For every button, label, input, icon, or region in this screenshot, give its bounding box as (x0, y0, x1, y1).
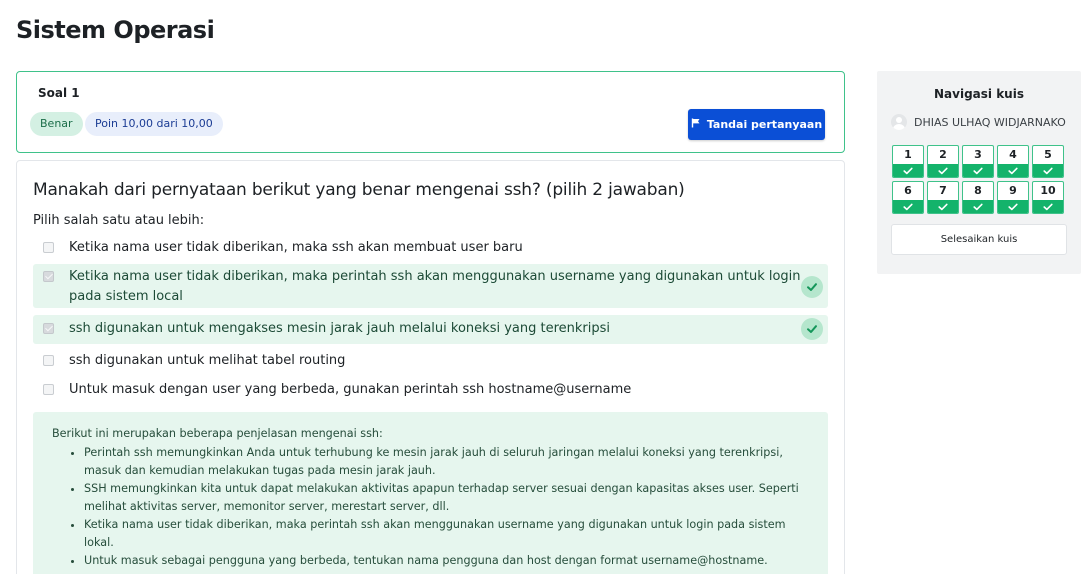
option-checkbox[interactable] (43, 271, 54, 282)
answered-check-icon (963, 200, 993, 213)
question-nav-grid: 1 2 3 4 5 6 7 8 9 10 (892, 145, 1064, 214)
answered-check-icon (998, 164, 1028, 177)
question-nav-button-2[interactable]: 2 (927, 145, 959, 178)
question-nav-button-9[interactable]: 9 (997, 181, 1029, 214)
quiz-navigation-panel: Navigasi kuis DHIAS ULHAQ WIDJARNAKO 1 2 3… (877, 71, 1081, 274)
question-nav-number: 6 (904, 184, 912, 197)
answered-check-icon (893, 200, 923, 213)
correct-check-icon (801, 318, 823, 340)
status-badge: Benar (30, 112, 83, 136)
answer-prompt: Pilih salah satu atau lebih: (33, 213, 205, 228)
question-nav-number: 1 (904, 148, 912, 161)
answered-check-icon (1033, 164, 1063, 177)
feedback-item: Perintah ssh memungkinkan Anda untuk ter… (84, 444, 809, 480)
question-nav-button-7[interactable]: 7 (927, 181, 959, 214)
answer-option[interactable]: Untuk masuk dengan user yang berbeda, gu… (33, 380, 828, 400)
question-nav-button-1[interactable]: 1 (892, 145, 924, 178)
answered-check-icon (1033, 200, 1063, 213)
feedback-item: Ketika nama user tidak diberikan, maka p… (84, 516, 809, 552)
answered-check-icon (928, 200, 958, 213)
option-label: ssh digunakan untuk mengakses mesin jara… (69, 321, 611, 336)
option-label: ssh digunakan untuk melihat tabel routin… (69, 353, 346, 368)
avatar (891, 114, 907, 130)
general-feedback: Berikut ini merupakan beberapa penjelasa… (33, 412, 828, 574)
flag-icon (691, 118, 701, 131)
option-checkbox[interactable] (43, 323, 54, 334)
option-label: Ketika nama user tidak diberikan, maka p… (69, 269, 801, 304)
question-nav-button-5[interactable]: 5 (1032, 145, 1064, 178)
question-nav-button-6[interactable]: 6 (892, 181, 924, 214)
question-nav-number: 3 (974, 148, 982, 161)
question-info-card: Soal 1 Benar Poin 10,00 dari 10,00 Tanda… (16, 71, 845, 153)
feedback-intro: Berikut ini merupakan beberapa penjelasa… (52, 427, 383, 440)
correct-check-icon (801, 276, 823, 298)
question-nav-number: 5 (1044, 148, 1052, 161)
feedback-list: Perintah ssh memungkinkan Anda untuk ter… (52, 444, 809, 570)
question-nav-number: 10 (1040, 184, 1056, 197)
feedback-item: Untuk masuk sebagai pengguna yang berbed… (84, 552, 809, 570)
question-nav-button-4[interactable]: 4 (997, 145, 1029, 178)
answer-option[interactable]: ssh digunakan untuk melihat tabel routin… (33, 351, 828, 371)
points-badge: Poin 10,00 dari 10,00 (85, 112, 223, 136)
question-nav-number: 2 (939, 148, 947, 161)
question-nav-number: 7 (939, 184, 947, 197)
question-nav-button-10[interactable]: 10 (1032, 181, 1064, 214)
question-nav-button-8[interactable]: 8 (962, 181, 994, 214)
page-title: Sistem Operasi (16, 16, 215, 44)
question-nav-number: 4 (1009, 148, 1017, 161)
question-content-card: Manakah dari pernyataan berikut yang ben… (16, 160, 845, 574)
option-checkbox[interactable] (43, 384, 54, 395)
answered-check-icon (893, 164, 923, 177)
answer-option[interactable]: ssh digunakan untuk mengakses mesin jara… (33, 315, 828, 344)
answer-option[interactable]: Ketika nama user tidak diberikan, maka s… (33, 238, 828, 258)
quiz-navigation-title: Navigasi kuis (934, 87, 1024, 101)
answer-option[interactable]: Ketika nama user tidak diberikan, maka p… (33, 264, 828, 308)
option-label: Ketika nama user tidak diberikan, maka s… (69, 240, 523, 255)
question-nav-number: 8 (974, 184, 982, 197)
option-label: Untuk masuk dengan user yang berbeda, gu… (69, 382, 632, 397)
answered-check-icon (998, 200, 1028, 213)
answered-check-icon (928, 164, 958, 177)
question-nav-button-3[interactable]: 3 (962, 145, 994, 178)
user-info: DHIAS ULHAQ WIDJARNAKO (891, 114, 1066, 130)
question-nav-number: 9 (1009, 184, 1017, 197)
finish-quiz-button[interactable]: Selesaikan kuis (891, 224, 1067, 255)
user-name: DHIAS ULHAQ WIDJARNAKO (914, 115, 1066, 129)
feedback-item: SSH memungkinkan kita untuk dapat melaku… (84, 480, 809, 516)
question-text: Manakah dari pernyataan berikut yang ben… (33, 180, 685, 200)
question-number: Soal 1 (38, 86, 80, 100)
flag-question-button[interactable]: Tandai pertanyaan (688, 109, 825, 140)
answered-check-icon (963, 164, 993, 177)
option-checkbox[interactable] (43, 355, 54, 366)
option-checkbox[interactable] (43, 242, 54, 253)
flag-button-label: Tandai pertanyaan (706, 118, 823, 131)
